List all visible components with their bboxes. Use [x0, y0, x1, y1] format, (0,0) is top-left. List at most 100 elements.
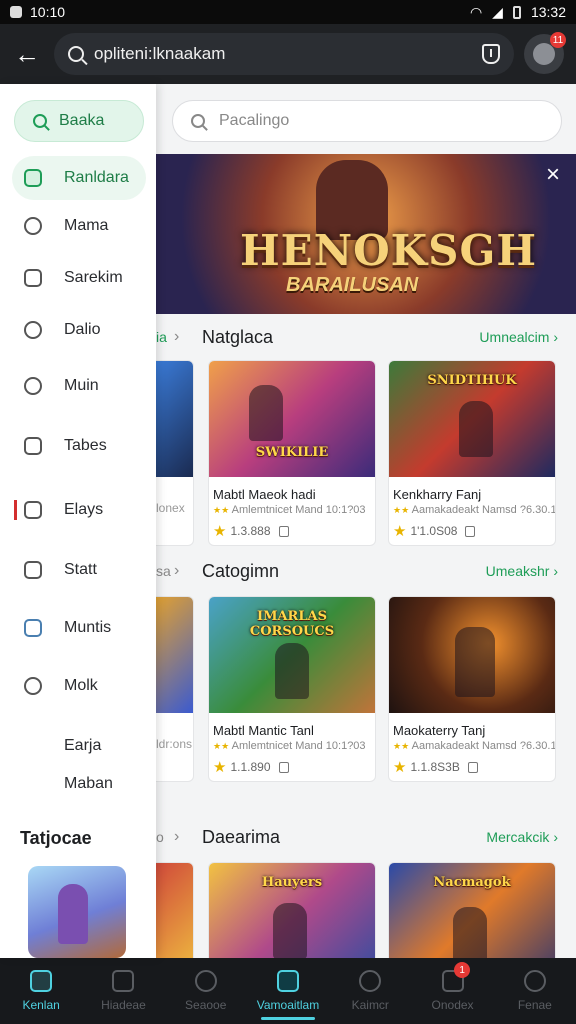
sidebar-item-dalio[interactable]: Dalio — [12, 308, 146, 352]
game-card[interactable]: SNIDTIHUK Kenkharry Fanj Aamakadeakt Nam… — [388, 360, 556, 546]
bottom-nav-item-fenae[interactable]: Fenae — [494, 958, 576, 1024]
section-title: Natglaca — [202, 326, 274, 347]
bottom-nav-label: Kaimcr — [351, 998, 389, 1012]
download-icon — [467, 761, 478, 773]
battery-icon — [512, 5, 521, 19]
see-more-link[interactable]: Umnealcim › — [479, 329, 558, 345]
game-art — [156, 361, 193, 477]
download-icon — [278, 761, 289, 773]
sidebar-item-muin[interactable]: Muin — [12, 364, 146, 408]
game-art-title: Nacmagok — [433, 875, 511, 890]
sidebar-item-mama[interactable]: Mama — [12, 204, 146, 248]
featured-banner[interactable]: HENOKSGH BARAILUSAN × — [156, 154, 576, 314]
refresh-icon — [24, 217, 42, 235]
sidebar-item-sarekim[interactable]: Sarekim — [12, 256, 146, 300]
navigation-drawer: Baaka Ranldara Mama Sarekim Dalio Muin T… — [0, 84, 156, 958]
cube-icon — [24, 437, 42, 455]
game-card[interactable]: IMARLAS CORSOUCS Mabtl Mantic Tanl Amlem… — [208, 596, 376, 782]
main-search-field[interactable]: Pacalingo — [172, 100, 562, 142]
game-rating: ★ 1.1.890 — [209, 752, 375, 776]
search-icon — [24, 677, 42, 695]
status-bar: 10:10 ◠ ◢ 13:32 — [0, 0, 576, 24]
top-app-bar: ← opliteni:lknaakam 11 — [0, 24, 576, 84]
bottom-nav-label: Seaooe — [185, 998, 227, 1012]
chat-icon — [359, 970, 382, 992]
prev-section-fragment: sa — [156, 563, 171, 579]
chat-icon — [24, 321, 42, 339]
game-card[interactable]: SWIKILIE Mabtl Maeok hadi Amlemtnicet Ma… — [208, 360, 376, 546]
download-icon — [278, 525, 289, 537]
bottom-nav-item-kenlan[interactable]: Kenlan — [0, 958, 82, 1024]
game-card[interactable]: Maokaterry Tanj Aamakadeakt Namsd ?6.30.… — [388, 596, 556, 782]
sidebar-item-label: Muntis — [64, 619, 112, 636]
signal-icon: ◢ — [492, 3, 503, 20]
art-figure — [273, 903, 307, 958]
chevron-right-icon[interactable]: › — [174, 328, 179, 346]
avatar — [533, 43, 555, 65]
search-icon — [33, 114, 47, 128]
bottom-navigation: Kenlan Hiadeae Seaooe Vamoaitlam Kaimcr … — [0, 958, 576, 1024]
lock-icon — [24, 269, 42, 287]
sidebar-search-button[interactable]: Baaka — [14, 100, 144, 142]
section-header: sa › Catogimn Umeakshr › — [156, 556, 576, 586]
star-icon: ★ — [393, 523, 407, 540]
game-card[interactable]: Hauyers — [208, 862, 376, 958]
game-art — [389, 597, 555, 713]
sidebar-section-title: Tatjocae — [20, 828, 92, 848]
notification-badge: 1 — [454, 962, 471, 978]
sidebar-item-label: Mama — [64, 217, 109, 234]
game-developer: Amlemtnicet Mand 10:1?03 — [209, 502, 375, 516]
game-card-peek-text: lonex — [156, 501, 185, 515]
shield-icon[interactable] — [482, 44, 500, 64]
profile-avatar-button[interactable]: 11 — [524, 32, 566, 74]
bottom-nav-label: Fenae — [517, 998, 552, 1012]
game-art-title: SWIKILIE — [255, 445, 329, 460]
chevron-right-icon[interactable]: › — [174, 562, 179, 580]
sidebar-item-molk[interactable]: Molk — [12, 664, 146, 708]
art-figure — [275, 643, 309, 699]
chart-icon — [24, 169, 42, 187]
section-header: ia › Natglaca Umnealcim › — [156, 322, 576, 352]
game-art-title: IMARLAS CORSOUCS — [249, 609, 335, 639]
game-card-peek[interactable]: lonex — [156, 360, 194, 546]
download-icon — [465, 525, 476, 537]
prev-section-fragment: ia — [156, 329, 167, 345]
see-more-link[interactable]: Umeakshr › — [486, 563, 558, 579]
bottom-nav-item-hiadeae[interactable]: Hiadeae — [82, 958, 164, 1024]
top-search-field[interactable]: opliteni:lknaakam — [54, 33, 514, 75]
game-card-peek[interactable]: ldr:ons — [156, 596, 194, 782]
sidebar-item-muntis[interactable]: Muntis — [12, 606, 146, 650]
puzzle-icon — [24, 619, 42, 637]
sidebar-item-label: Molk — [64, 677, 98, 694]
close-icon[interactable]: × — [540, 161, 566, 188]
bottom-nav-item-onodex[interactable]: 1 Onodex — [411, 958, 493, 1024]
sidebar-item-statt[interactable]: Statt — [12, 548, 146, 592]
search-icon — [191, 114, 205, 128]
sidebar-item-maban[interactable]: Maban — [12, 762, 146, 806]
game-art — [156, 597, 193, 713]
game-art: Nacmagok — [389, 863, 555, 958]
sidebar-item-tabes[interactable]: Tabes — [12, 424, 146, 468]
back-arrow-icon[interactable]: ← — [0, 24, 54, 84]
game-title: Mabtl Maeok hadi — [213, 487, 316, 502]
art-figure — [249, 385, 283, 441]
game-card-peek[interactable] — [156, 862, 194, 958]
wifi-icon: ◠ — [469, 3, 483, 20]
star-icon: ★ — [393, 759, 407, 776]
sidebar-item-ranldara[interactable]: Ranldara — [12, 156, 146, 200]
bottom-nav-item-kaimcr[interactable]: Kaimcr — [329, 958, 411, 1024]
sidebar-item-elays[interactable]: Elays — [12, 488, 146, 532]
notification-badge: 11 — [550, 32, 566, 48]
game-card[interactable]: Nacmagok — [388, 862, 556, 958]
game-title: Maokaterry Tanj — [393, 723, 486, 738]
art-figure — [459, 401, 493, 457]
art-figure — [455, 627, 495, 697]
section-title: Catogimn — [202, 560, 280, 581]
sidebar-item-label: Dalio — [64, 321, 101, 338]
bottom-nav-item-seaooe[interactable]: Seaooe — [165, 958, 247, 1024]
bottom-nav-item-vamoaitlam[interactable]: Vamoaitlam — [247, 958, 329, 1024]
sidebar-featured-thumbnail[interactable] — [28, 866, 126, 958]
chevron-right-icon[interactable]: › — [174, 828, 179, 846]
sidebar-item-label: Tabes — [64, 437, 107, 454]
see-more-link[interactable]: Mercakcik › — [486, 829, 558, 845]
